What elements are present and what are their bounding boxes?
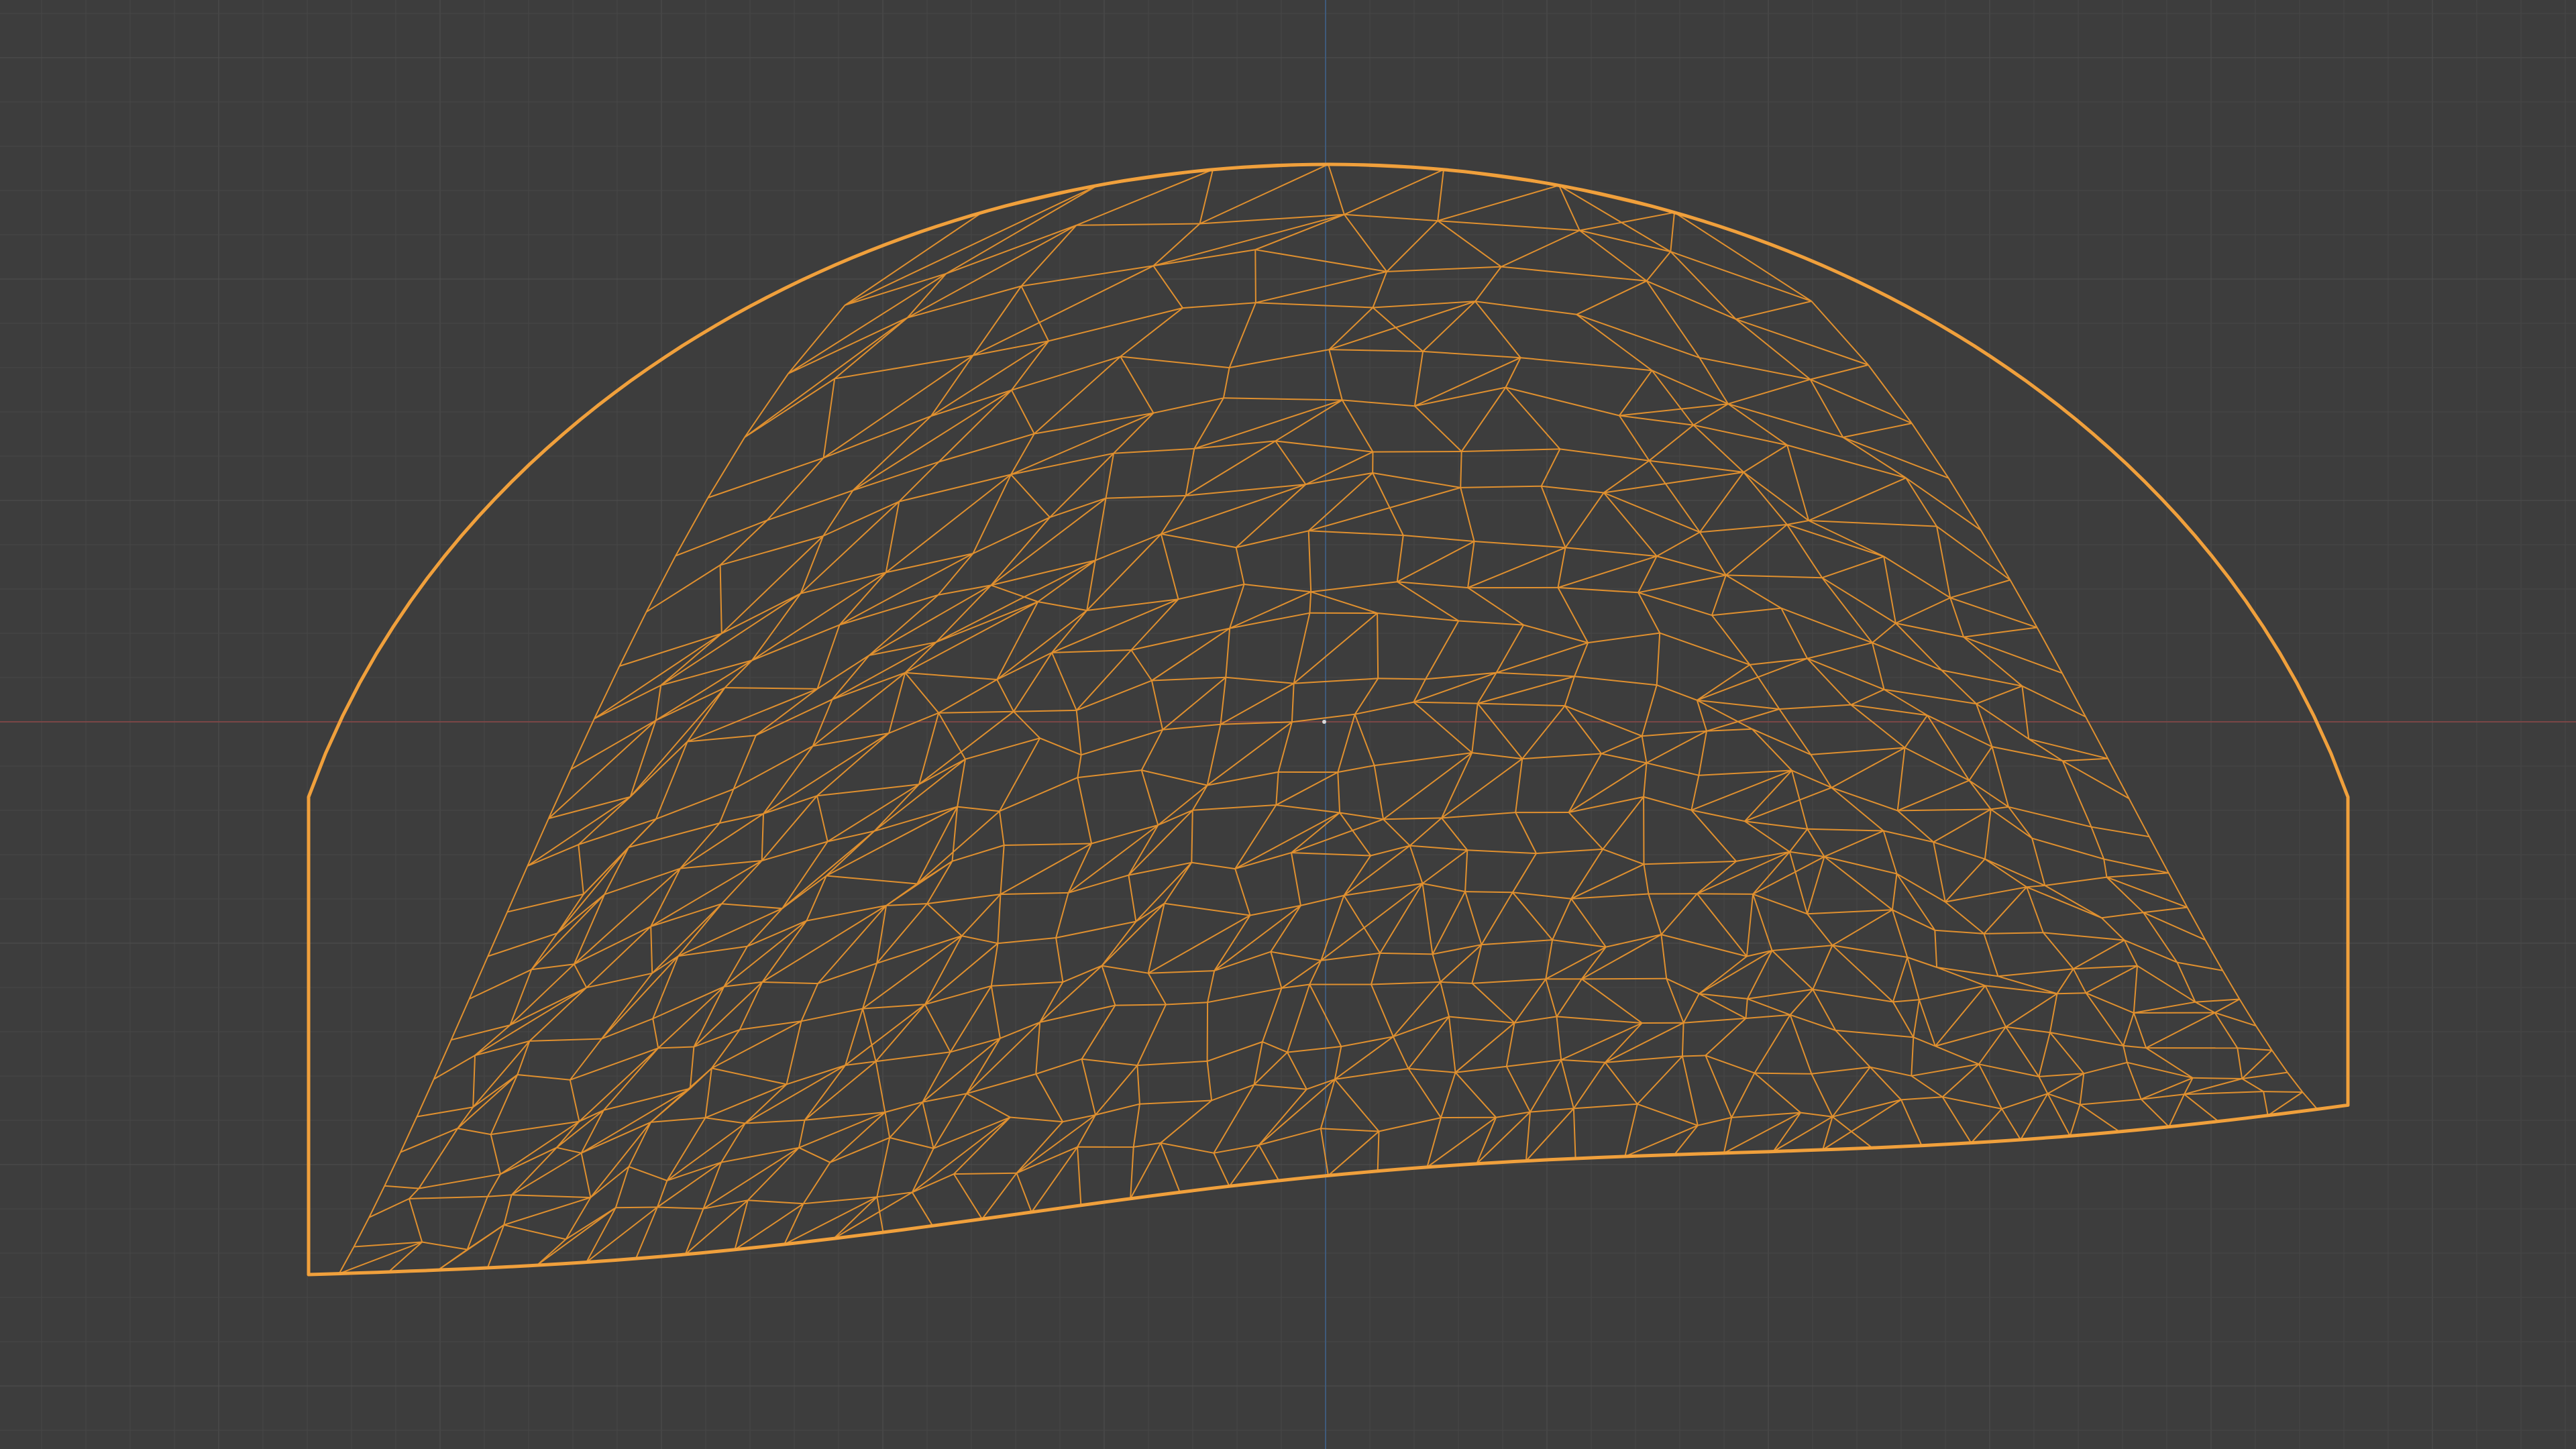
3d-viewport[interactable] <box>0 0 2576 1449</box>
object-origin-dot <box>1322 720 1326 724</box>
origin-layer <box>1322 720 1326 724</box>
